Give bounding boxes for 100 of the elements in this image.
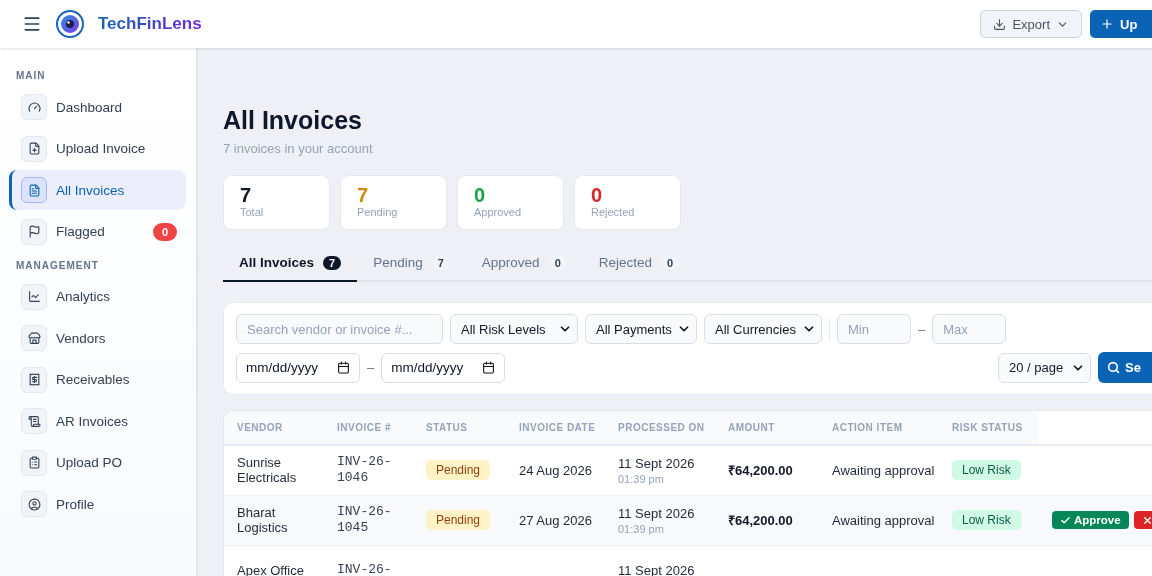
filter-tab[interactable]: Pending 7: [357, 247, 466, 282]
stat-label: Total: [240, 206, 265, 218]
column-header: STATUS: [413, 411, 506, 445]
section-title: MAIN: [15, 70, 47, 83]
stat-value: 7: [357, 184, 370, 206]
search-icon: [1107, 361, 1120, 374]
count-badge: 0: [152, 222, 177, 241]
invoice-date: 27 Aug 2026: [506, 495, 605, 545]
column-header: INVOICE #: [324, 411, 413, 445]
invoice-number: INV-26-1046: [324, 445, 413, 495]
sidebar-item[interactable]: Dashboard: [9, 87, 186, 127]
page-title: All Invoices: [223, 106, 363, 135]
processed-time: 01:39 pm: [618, 472, 665, 485]
calendar-icon: [482, 361, 496, 374]
action-item: Awaiting approval: [819, 445, 939, 495]
sidebar-item[interactable]: Flagged 0: [9, 211, 186, 252]
invoice-date: 24 Aug 2026: [506, 445, 605, 495]
export-button[interactable]: Export: [980, 10, 1082, 38]
nav-icon: [21, 449, 47, 476]
column-header: PROCESSED ON: [605, 411, 715, 445]
search-button[interactable]: Se: [1098, 352, 1152, 383]
sidebar-item[interactable]: Vendors: [9, 318, 186, 358]
column-header: VENDOR: [224, 411, 324, 445]
filter-select[interactable]: All Currencies: [704, 314, 822, 344]
nav-icon: [21, 366, 47, 393]
date-field[interactable]: mm/dd/yyyy: [381, 352, 506, 383]
nav-label: Upload PO: [56, 455, 124, 470]
close-icon: [1141, 514, 1152, 526]
filter-tab[interactable]: Rejected 0: [582, 247, 696, 282]
processed-date: 11 Sept 2026: [618, 455, 696, 471]
nav-icon: [21, 177, 47, 203]
column-header: RISK STATUS: [939, 411, 1039, 445]
column-header: AMOUNT: [715, 411, 819, 445]
menu-button[interactable]: [22, 14, 42, 34]
nav-label: Receivables: [56, 372, 131, 387]
sidebar-item[interactable]: Profile: [9, 484, 186, 524]
nav-label: Profile: [56, 496, 96, 512]
page-size-select[interactable]: 20 / page: [998, 352, 1091, 383]
nav-icon: [21, 283, 47, 310]
nav-icon: [21, 408, 47, 434]
nav-label: Dashboard: [56, 99, 124, 115]
filter-select[interactable]: All Risk Levels: [450, 314, 578, 344]
nav-icon: [21, 325, 47, 351]
invoice-number: INV-26-1045: [324, 495, 413, 545]
section-title: MANAGEMENT: [15, 259, 100, 273]
nav-label: Upload Invoice: [56, 141, 147, 156]
upload-button[interactable]: Up: [1090, 10, 1152, 38]
column-header: INVOICE DATE: [506, 411, 605, 445]
column-header: ACTION ITEM: [819, 411, 939, 445]
stat-label: Rejected: [591, 206, 636, 218]
tab-count: 7: [323, 255, 342, 270]
page-subtitle: 7 invoices in your account: [223, 141, 374, 156]
sidebar-item[interactable]: Upload PO: [9, 442, 186, 483]
date-field[interactable]: mm/dd/yyyy: [236, 352, 360, 383]
vendor-cell: Sunrise Electricals: [224, 445, 324, 495]
stat-value: 0: [474, 184, 487, 206]
filter-tab[interactable]: Approved 0: [465, 247, 583, 282]
sidebar-item[interactable]: AR Invoices: [9, 401, 186, 441]
date-separator: –: [367, 360, 375, 375]
nav-icon: [21, 218, 47, 245]
nav-label: All Invoices: [56, 182, 126, 198]
status-badge: Pending: [426, 460, 491, 481]
action-item: Awaiting approval: [819, 495, 939, 545]
processed-date: 11 Sept 2026: [618, 505, 696, 521]
nav-label: AR Invoices: [56, 413, 130, 429]
processed-time: 01:39 pm: [618, 522, 665, 535]
stat-value: 0: [591, 184, 604, 206]
tab-count: 0: [548, 255, 567, 270]
plus-icon: [1100, 17, 1114, 31]
tab-count: 7: [431, 255, 450, 270]
sidebar-item[interactable]: Receivables: [9, 359, 186, 400]
range-separator: –: [918, 321, 926, 337]
check-icon: [1060, 514, 1071, 526]
sidebar-item[interactable]: Upload Invoice: [9, 128, 186, 169]
sidebar-item[interactable]: Analytics: [9, 276, 186, 317]
vendor-cell: Bharat Logistics: [224, 495, 324, 545]
status-badge: Pending: [426, 510, 491, 530]
amount-cell: ₹64,200.00: [715, 445, 819, 495]
approve-button[interactable]: Approve: [1052, 511, 1129, 529]
invoice-number: INV-26-: [324, 545, 413, 576]
nav-label: Analytics: [56, 289, 112, 304]
filter-select[interactable]: All Payments: [585, 314, 697, 344]
sidebar-item[interactable]: All Invoices: [9, 170, 186, 210]
stat-value: 7: [240, 184, 253, 206]
tab-count: 0: [661, 255, 680, 270]
download-icon: [993, 17, 1007, 31]
risk-badge: Low Risk: [952, 510, 1021, 530]
calendar-icon: [337, 361, 350, 374]
nav-label: Flagged: [56, 224, 106, 239]
amount-cell: ₹64,200.00: [715, 495, 819, 545]
reject-button[interactable]: [1133, 511, 1152, 529]
nav-label: Vendors: [56, 330, 107, 346]
stat-label: Approved: [474, 206, 523, 218]
nav-icon: [21, 491, 47, 517]
nav-icon: [21, 94, 47, 120]
stat-label: Pending: [357, 206, 399, 218]
nav-icon: [21, 135, 47, 162]
risk-badge: Low Risk: [952, 460, 1021, 481]
filter-tab[interactable]: All Invoices 7: [223, 247, 358, 282]
logo-icon: [56, 10, 84, 38]
